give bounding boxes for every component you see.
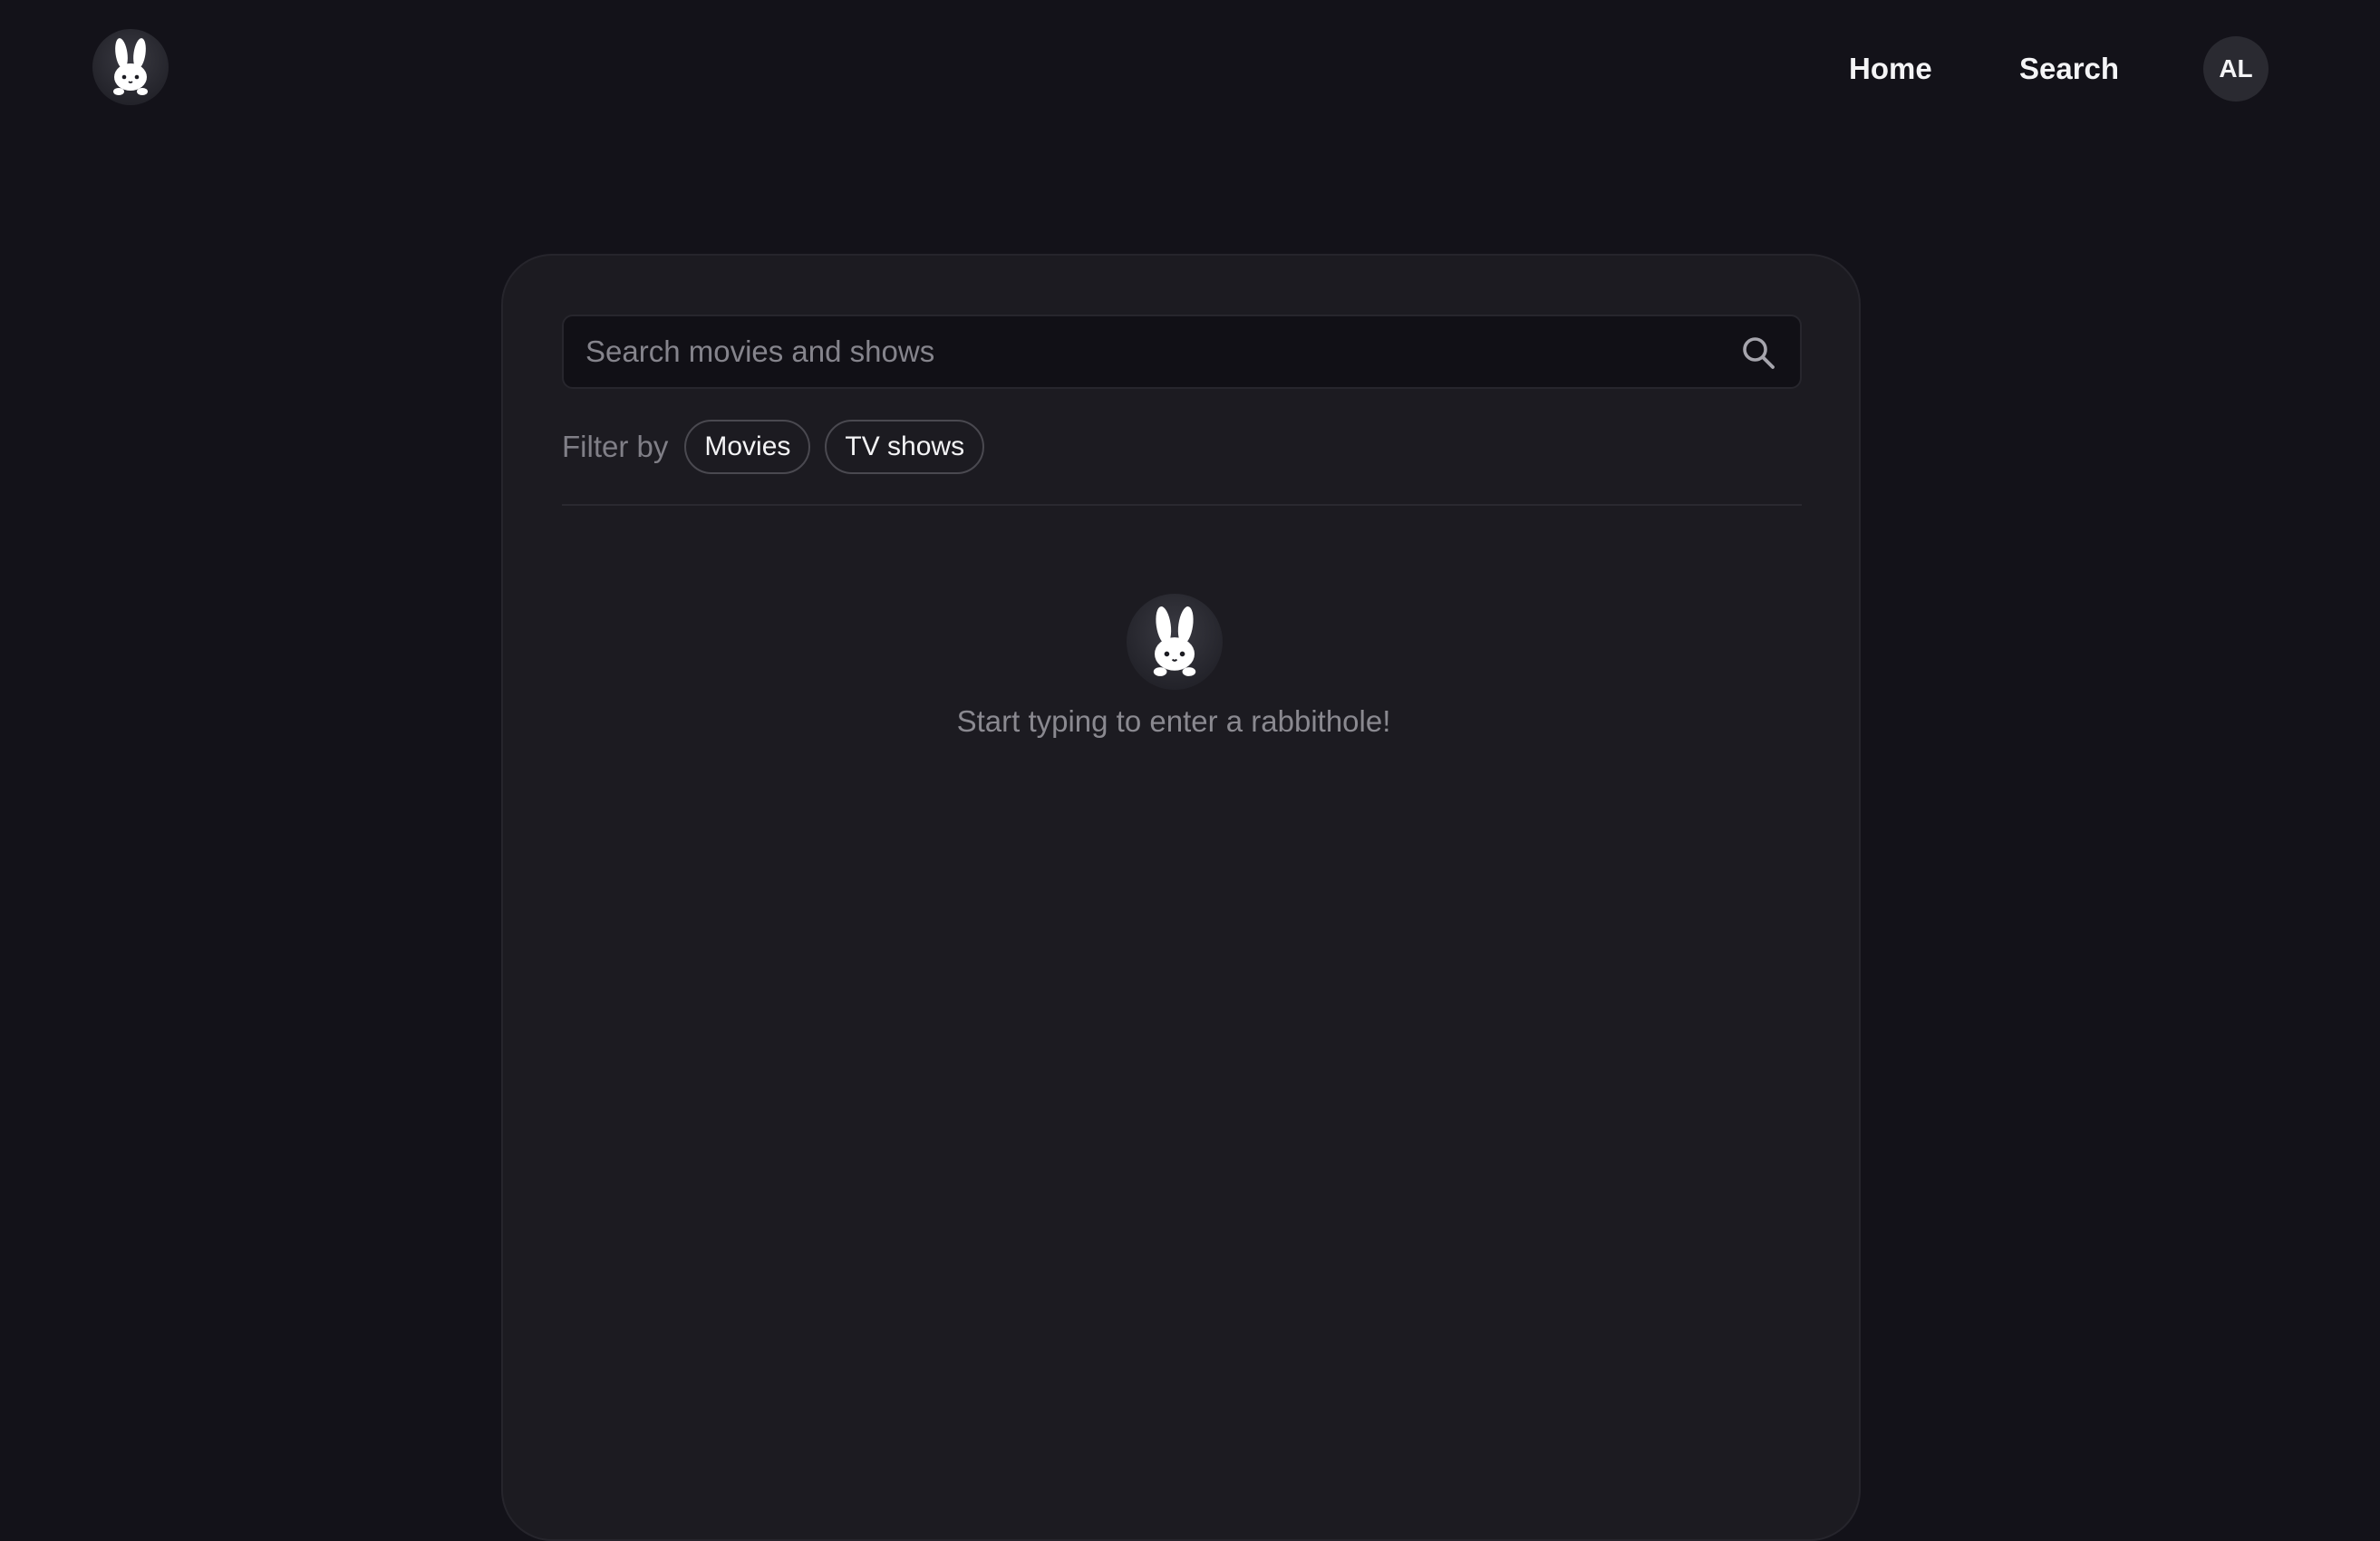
divider	[562, 504, 1802, 506]
nav-home-link[interactable]: Home	[1849, 47, 1932, 91]
logo[interactable]	[92, 29, 169, 105]
filter-chip-movies[interactable]: Movies	[684, 420, 811, 474]
filter-row: Filter by Movies TV shows	[562, 419, 999, 475]
search-panel: Filter by Movies TV shows Start typing t…	[501, 254, 1861, 1541]
filter-label: Filter by	[562, 430, 669, 463]
bunny-icon	[113, 38, 148, 95]
bunny-icon	[1153, 606, 1196, 676]
search-icon[interactable]	[1740, 334, 1776, 371]
search-box	[562, 315, 1802, 389]
empty-state-message: Start typing to enter a rabbithole!	[956, 704, 1391, 738]
filter-chip-tv-shows[interactable]: TV shows	[825, 420, 985, 474]
user-avatar[interactable]: AL	[2203, 36, 2269, 102]
search-input[interactable]	[564, 316, 1800, 387]
nav-search-link[interactable]: Search	[2019, 47, 2119, 91]
empty-state-logo	[1127, 594, 1223, 690]
top-navigation-bar: Home Search AL	[0, 0, 2380, 138]
